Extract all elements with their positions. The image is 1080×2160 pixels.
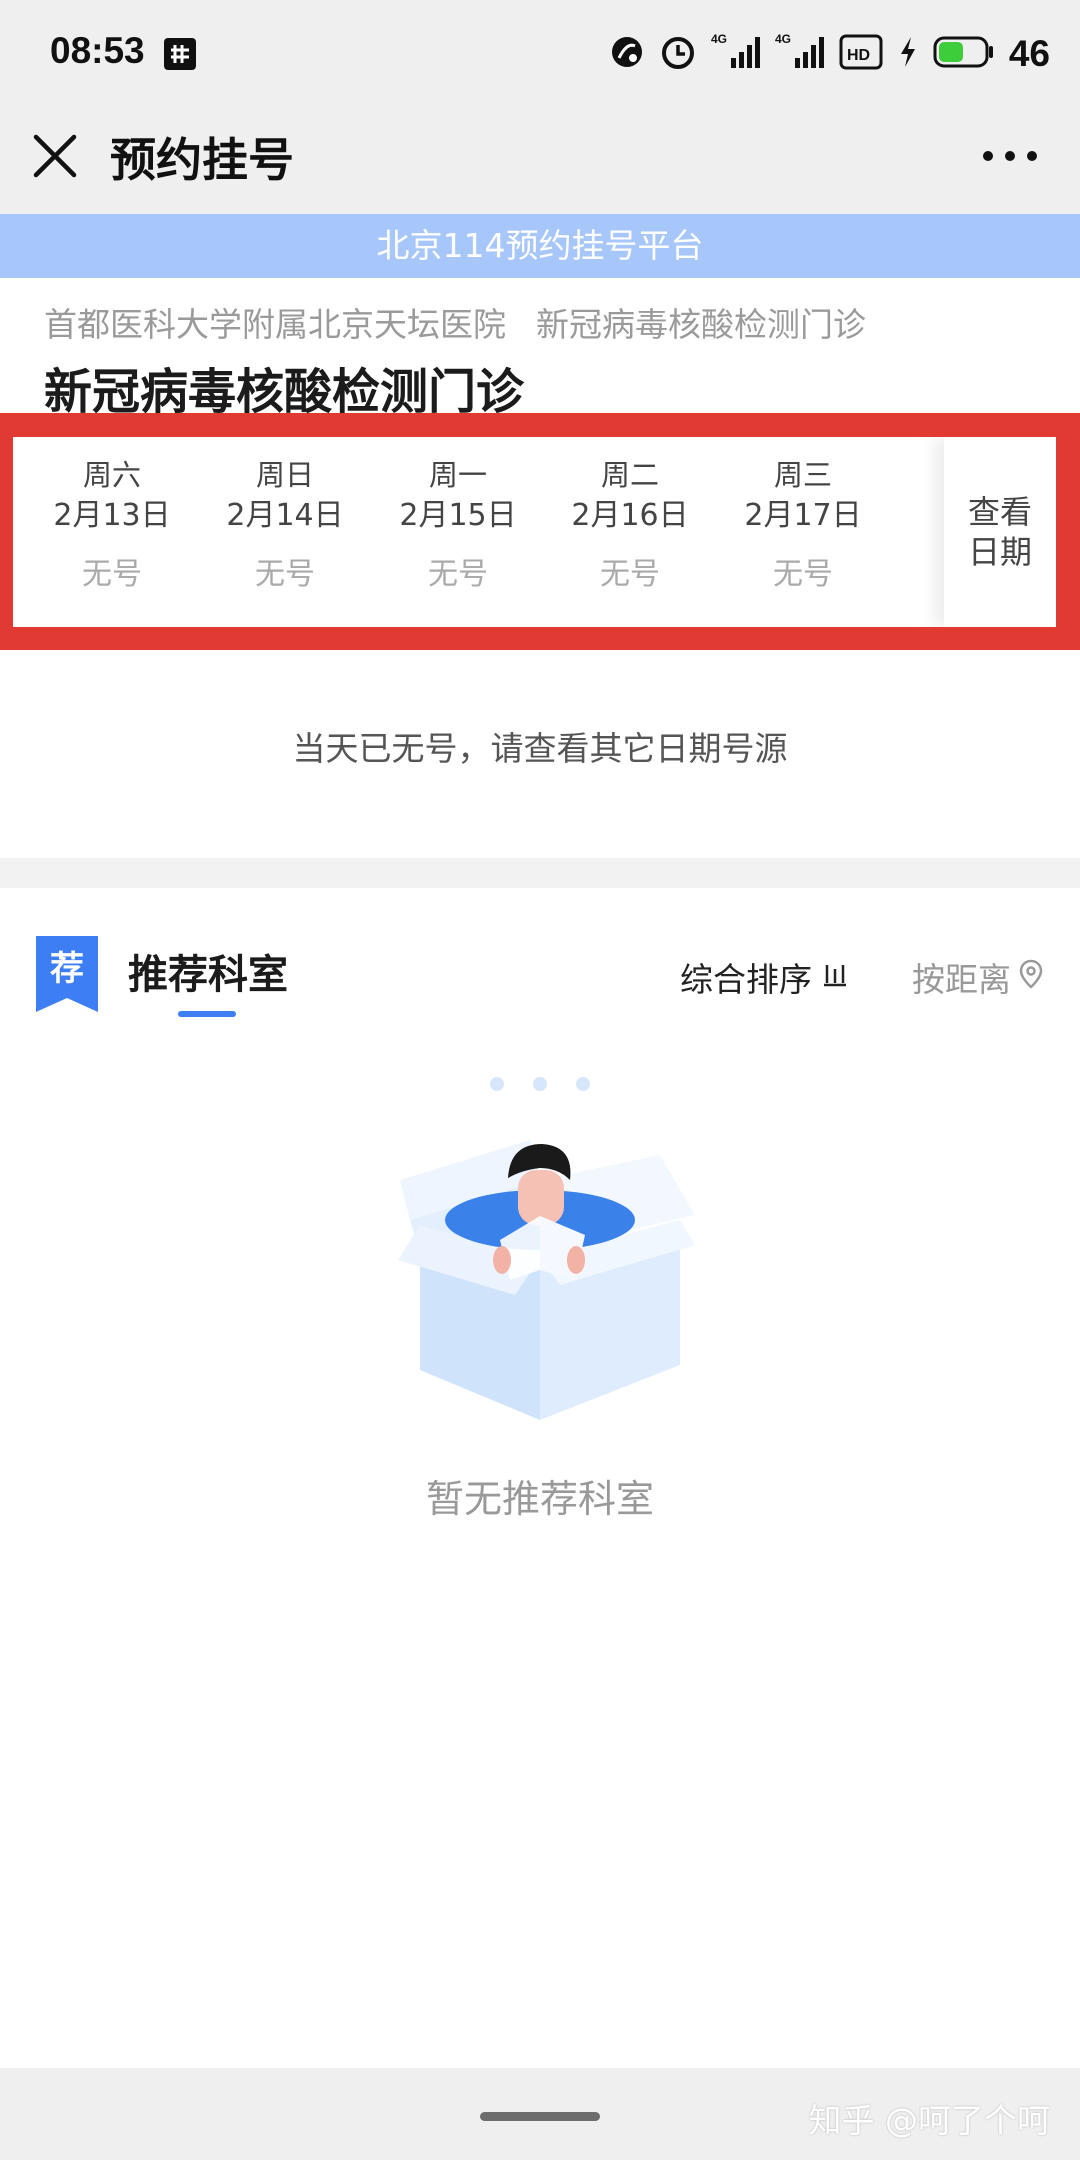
tab-indicator — [178, 1011, 236, 1017]
sort-label: 综合排序 — [680, 960, 812, 999]
svg-text:4G: 4G — [711, 32, 727, 46]
no-source-message: 当天已无号，请查看其它日期号源 — [292, 729, 788, 768]
status-time: 08:53 — [50, 30, 145, 71]
battery-level: 46 — [1008, 33, 1050, 74]
empty-box-illustration — [370, 1120, 710, 1430]
date-cell[interactable]: 周三 2月17日 无号 — [728, 455, 878, 595]
nfc-icon — [609, 34, 645, 74]
view-dates-label-2: 日期 — [967, 533, 1032, 571]
view-dates-button[interactable]: 查看 日期 — [944, 437, 1056, 627]
date-status: 无号 — [255, 557, 315, 592]
sort-button[interactable]: 综合排序 — [680, 953, 848, 1001]
sort-icon — [822, 958, 848, 997]
date-weekday: 周一 — [428, 458, 487, 492]
status-icons: 4G 4G HD 46 — [609, 28, 1050, 80]
section-divider — [0, 858, 1080, 888]
distance-label: 按距离 — [912, 960, 1011, 999]
home-indicator[interactable] — [480, 2112, 600, 2121]
date-day: 2月13日 — [53, 498, 171, 533]
hash-icon — [164, 38, 196, 70]
date-cell[interactable]: 周六 2月13日 无号 — [37, 455, 187, 595]
date-selector[interactable]: 周六 2月13日 无号 周日 2月14日 无号 周一 2月15日 无号 周二 2… — [13, 437, 1056, 627]
date-status: 无号 — [600, 557, 660, 592]
recommend-badge-icon: 荐 — [36, 936, 98, 1012]
signal-4g-icon-2: 4G — [775, 32, 825, 76]
date-day: 2月17日 — [744, 498, 862, 533]
app-screen: 08:53 4G 4G HD 46 预约挂号 北京114预约挂号平台 首都医科大… — [0, 0, 1080, 2160]
platform-banner: 北京114预约挂号平台 — [0, 214, 1080, 278]
date-cell[interactable]: 周日 2月14日 无号 — [210, 455, 360, 595]
date-day: 2月15日 — [399, 498, 517, 533]
nav-bar: 预约挂号 — [0, 106, 1080, 214]
date-status: 无号 — [428, 557, 488, 592]
view-dates-label-1: 查看 — [967, 493, 1032, 531]
charging-icon — [897, 35, 919, 73]
signal-4g-icon: 4G — [711, 32, 761, 76]
department-name: 新冠病毒核酸检测门诊 — [536, 305, 866, 344]
alarm-icon — [659, 33, 697, 75]
date-status: 无号 — [82, 557, 142, 592]
svg-text:HD: HD — [847, 47, 870, 64]
hospital-breadcrumb: 首都医科大学附属北京天坛医院 新冠病毒核酸检测门诊 — [44, 298, 866, 346]
date-day: 2月16日 — [571, 498, 689, 533]
distance-button[interactable]: 按距离 — [912, 953, 1043, 1001]
hd-icon: HD — [839, 34, 883, 74]
battery-icon — [933, 35, 995, 73]
date-cell[interactable]: 周二 2月16日 无号 — [555, 455, 705, 595]
recommend-title[interactable]: 推荐科室 — [128, 942, 288, 1000]
date-day: 2月14日 — [226, 498, 344, 533]
watermark: 知乎 @呵了个呵 — [808, 2101, 1051, 2140]
date-weekday: 周日 — [255, 458, 314, 492]
hospital-name[interactable]: 首都医科大学附属北京天坛医院 — [44, 305, 506, 344]
svg-text:荐: 荐 — [50, 949, 84, 989]
date-weekday: 周六 — [82, 458, 141, 492]
more-dots-icon[interactable] — [980, 136, 1040, 176]
empty-state-text: 暂无推荐科室 — [425, 1477, 654, 1521]
svg-text:4G: 4G — [775, 32, 791, 46]
date-weekday: 周三 — [773, 458, 832, 492]
date-weekday: 周二 — [600, 458, 659, 492]
page-title: 预约挂号 — [110, 133, 294, 187]
location-pin-icon — [1019, 958, 1043, 997]
close-icon[interactable] — [30, 128, 80, 184]
loading-dots — [488, 1074, 592, 1098]
department-title: 新冠病毒核酸检测门诊 — [44, 364, 525, 420]
status-bar: 08:53 4G 4G HD 46 — [0, 0, 1080, 106]
date-cell[interactable]: 周一 2月15日 无号 — [383, 455, 533, 595]
gesture-bar: 知乎 @呵了个呵 — [0, 2068, 1080, 2160]
date-status: 无号 — [773, 557, 833, 592]
